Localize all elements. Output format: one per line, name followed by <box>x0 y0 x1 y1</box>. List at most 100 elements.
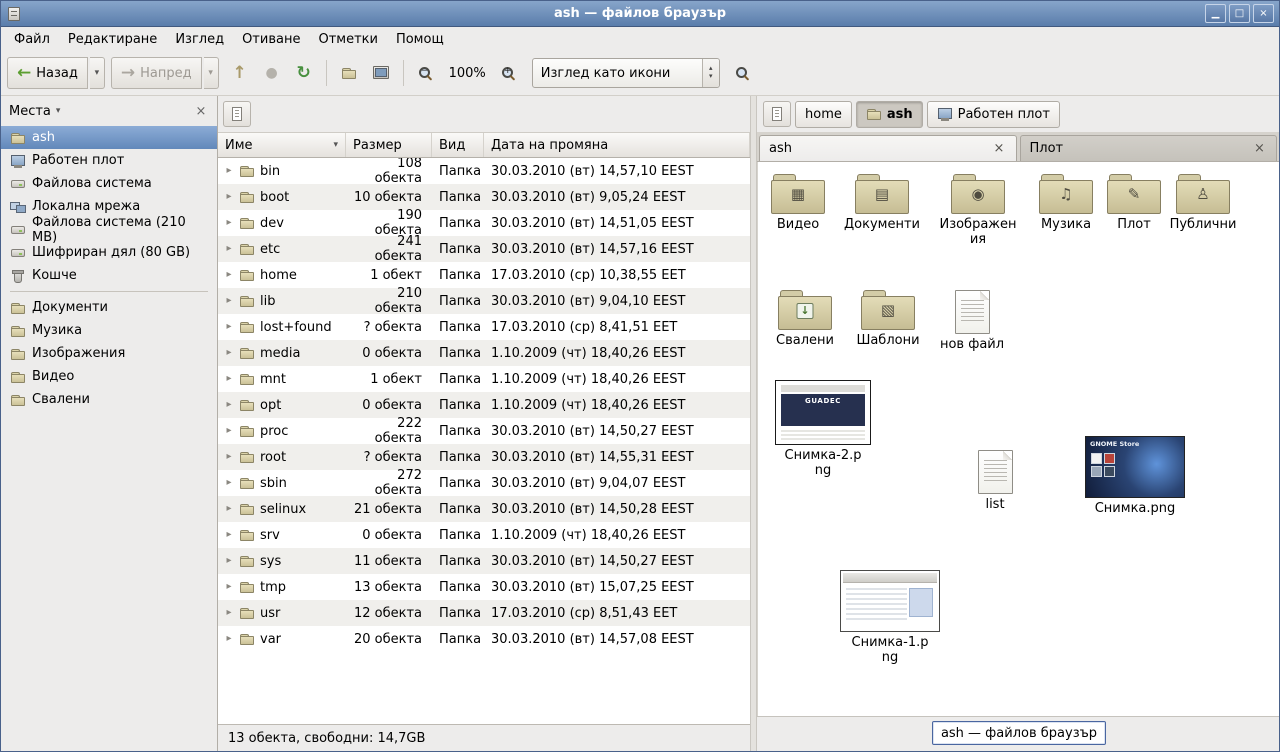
icon-item-video[interactable]: ▦ Видео <box>758 174 838 233</box>
sidebar-item[interactable]: Работен плот <box>1 149 217 172</box>
icon-item-public[interactable]: ♙ Публични <box>1163 174 1243 233</box>
sidebar-item[interactable]: Кошче <box>1 264 217 287</box>
table-row[interactable]: var 20 обекта Папка 30.03.2010 (вт) 14,5… <box>218 626 750 652</box>
stop-button[interactable]: ● <box>257 58 287 88</box>
table-row[interactable]: root ? обекта Папка 30.03.2010 (вт) 14,5… <box>218 444 750 470</box>
table-row[interactable]: mnt 1 обект Папка 1.10.2009 (чт) 18,40,2… <box>218 366 750 392</box>
icon-item-new-file[interactable]: нов файл <box>932 290 1012 353</box>
expander-icon[interactable] <box>224 452 234 462</box>
sidebar-item[interactable]: Видео <box>1 365 217 388</box>
icon-item-documents[interactable]: ▤ Документи <box>842 174 922 233</box>
sidebar-title[interactable]: Места <box>9 104 51 119</box>
tab-ash[interactable]: ash × <box>759 135 1017 161</box>
up-button[interactable]: ↑ <box>225 58 255 88</box>
search-button[interactable] <box>728 58 758 88</box>
titlebar[interactable]: ash — файлов браузър ▁ □ × <box>1 1 1279 27</box>
table-row[interactable]: bin 108 обекта Папка 30.03.2010 (вт) 14,… <box>218 158 750 184</box>
view-mode-select[interactable]: Изглед като икони ▴▾ <box>532 58 720 88</box>
expander-icon[interactable] <box>224 374 234 384</box>
pane-splitter[interactable] <box>750 96 757 751</box>
expander-icon[interactable] <box>224 322 234 332</box>
spinner-icon[interactable]: ▴▾ <box>702 59 719 87</box>
icon-item-templates[interactable]: ▧ Шаблони <box>848 290 928 349</box>
expander-icon[interactable] <box>224 530 234 540</box>
path-button-ash[interactable]: ash <box>856 101 923 128</box>
menu-item[interactable]: Отметки <box>309 29 386 50</box>
table-row[interactable]: usr 12 обекта Папка 17.03.2010 (ср) 8,51… <box>218 600 750 626</box>
tab-plot[interactable]: Плот × <box>1020 135 1278 161</box>
icon-item-snimka2[interactable]: GUADEC Снимка-2.png <box>773 380 873 479</box>
column-header-date[interactable]: Дата на промяна <box>484 133 750 157</box>
back-button[interactable]: ← Назад <box>7 57 88 89</box>
table-row[interactable]: sbin 272 обекта Папка 30.03.2010 (вт) 9,… <box>218 470 750 496</box>
table-row[interactable]: lib 210 обекта Папка 30.03.2010 (вт) 9,0… <box>218 288 750 314</box>
icon-item-list[interactable]: list <box>955 450 1035 513</box>
expander-icon[interactable] <box>224 426 234 436</box>
back-dropdown-button[interactable]: ▾ <box>90 57 105 89</box>
computer-button[interactable] <box>366 58 396 88</box>
expander-icon[interactable] <box>224 582 234 592</box>
zoom-in-button[interactable]: + <box>494 58 524 88</box>
sidebar-item[interactable]: ash <box>1 126 217 149</box>
sidebar-item[interactable]: Документи <box>1 296 217 319</box>
column-header-name[interactable]: Име ▾ <box>218 133 346 157</box>
icon-item-downloads[interactable]: ↓ Свалени <box>765 290 845 349</box>
menu-item[interactable]: Отиване <box>233 29 309 50</box>
sidebar-item[interactable]: Свалени <box>1 388 217 411</box>
expander-icon[interactable] <box>224 244 234 254</box>
icon-item-snimka1[interactable]: Снимка-1.png <box>835 570 945 666</box>
table-row[interactable]: boot 10 обекта Папка 30.03.2010 (вт) 9,0… <box>218 184 750 210</box>
expander-icon[interactable] <box>224 218 234 228</box>
expander-icon[interactable] <box>224 348 234 358</box>
sidebar-item[interactable]: Файлова система <box>1 172 217 195</box>
forward-button[interactable]: → Напред <box>111 57 202 89</box>
sidebar-item[interactable]: Шифриран дял (80 GB) <box>1 241 217 264</box>
expander-icon[interactable] <box>224 166 234 176</box>
table-row[interactable]: etc 241 обекта Папка 30.03.2010 (вт) 14,… <box>218 236 750 262</box>
table-row[interactable]: tmp 13 обекта Папка 30.03.2010 (вт) 15,0… <box>218 574 750 600</box>
expander-icon[interactable] <box>224 270 234 280</box>
taskbar-window-button[interactable]: ash — файлов браузър <box>932 721 1106 745</box>
icon-view[interactable]: ▦ Видео ▤ Документи ◉ Изображения ♫ Музи… <box>757 162 1279 716</box>
table-row[interactable]: srv 0 обекта Папка 1.10.2009 (чт) 18,40,… <box>218 522 750 548</box>
sidebar-item[interactable]: Изображения <box>1 342 217 365</box>
expander-icon[interactable] <box>224 400 234 410</box>
expander-icon[interactable] <box>224 634 234 644</box>
location-toggle-button[interactable] <box>763 101 791 127</box>
expander-icon[interactable] <box>224 192 234 202</box>
path-button-home[interactable]: home <box>795 101 852 128</box>
expander-icon[interactable] <box>224 504 234 514</box>
minimize-button[interactable]: ▁ <box>1205 4 1226 23</box>
sidebar-item[interactable]: Файлова система (210 MB) <box>1 218 217 241</box>
table-row[interactable]: media 0 обекта Папка 1.10.2009 (чт) 18,4… <box>218 340 750 366</box>
menu-item[interactable]: Изглед <box>166 29 233 50</box>
expander-icon[interactable] <box>224 608 234 618</box>
forward-dropdown-button[interactable]: ▾ <box>204 57 219 89</box>
location-toggle-button[interactable] <box>223 101 251 127</box>
sidebar-item[interactable]: Музика <box>1 319 217 342</box>
table-row[interactable]: dev 190 обекта Папка 30.03.2010 (вт) 14,… <box>218 210 750 236</box>
table-row[interactable]: lost+found ? обекта Папка 17.03.2010 (ср… <box>218 314 750 340</box>
table-row[interactable]: opt 0 обекта Папка 1.10.2009 (чт) 18,40,… <box>218 392 750 418</box>
sidebar-close-button[interactable]: × <box>193 104 209 119</box>
icon-item-pictures[interactable]: ◉ Изображения <box>938 174 1018 248</box>
expander-icon[interactable] <box>224 478 234 488</box>
zoom-out-button[interactable]: − <box>411 58 441 88</box>
table-row[interactable]: selinux 21 обекта Папка 30.03.2010 (вт) … <box>218 496 750 522</box>
menu-item[interactable]: Помощ <box>387 29 453 50</box>
maximize-button[interactable]: □ <box>1229 4 1250 23</box>
icon-item-desktop[interactable]: ✎ Плот <box>1094 174 1174 233</box>
close-button[interactable]: × <box>1253 4 1274 23</box>
column-header-type[interactable]: Вид <box>432 133 484 157</box>
menu-item[interactable]: Редактиране <box>59 29 166 50</box>
path-button-desktop[interactable]: Работен плот <box>927 101 1060 128</box>
table-row[interactable]: home 1 обект Папка 17.03.2010 (ср) 10,38… <box>218 262 750 288</box>
expander-icon[interactable] <box>224 556 234 566</box>
tab-close-icon[interactable]: × <box>992 141 1007 156</box>
tab-close-icon[interactable]: × <box>1252 141 1267 156</box>
table-row[interactable]: proc 222 обекта Папка 30.03.2010 (вт) 14… <box>218 418 750 444</box>
table-row[interactable]: sys 11 обекта Папка 30.03.2010 (вт) 14,5… <box>218 548 750 574</box>
reload-button[interactable]: ↻ <box>289 58 319 88</box>
expander-icon[interactable] <box>224 296 234 306</box>
menu-item[interactable]: Файл <box>5 29 59 50</box>
